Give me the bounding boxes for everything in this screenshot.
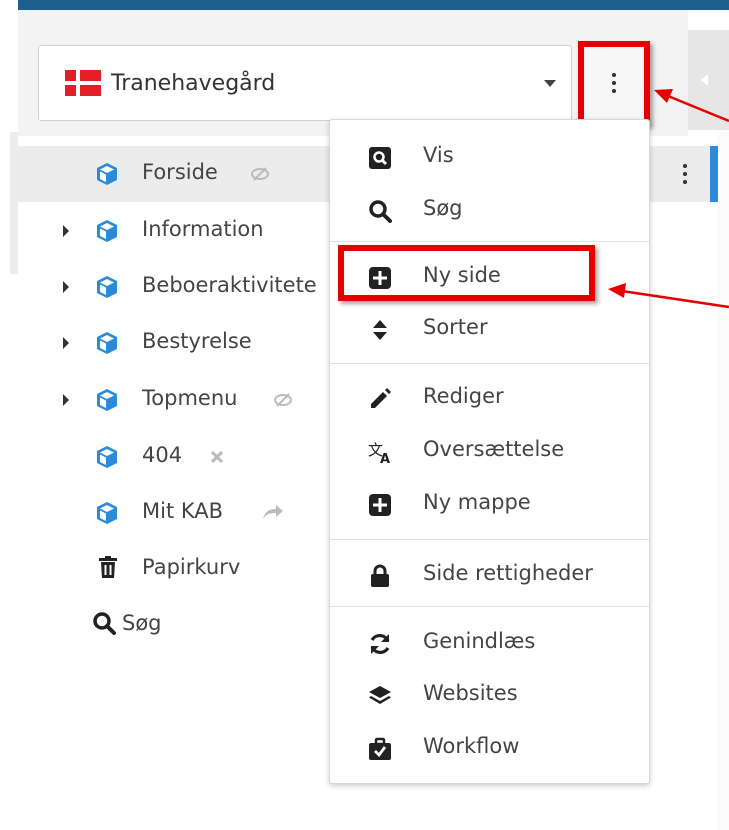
annotation-arrows	[608, 89, 729, 309]
annotation-arrow-kebab	[654, 89, 729, 123]
annotation-arrow-ny-side	[608, 283, 729, 309]
